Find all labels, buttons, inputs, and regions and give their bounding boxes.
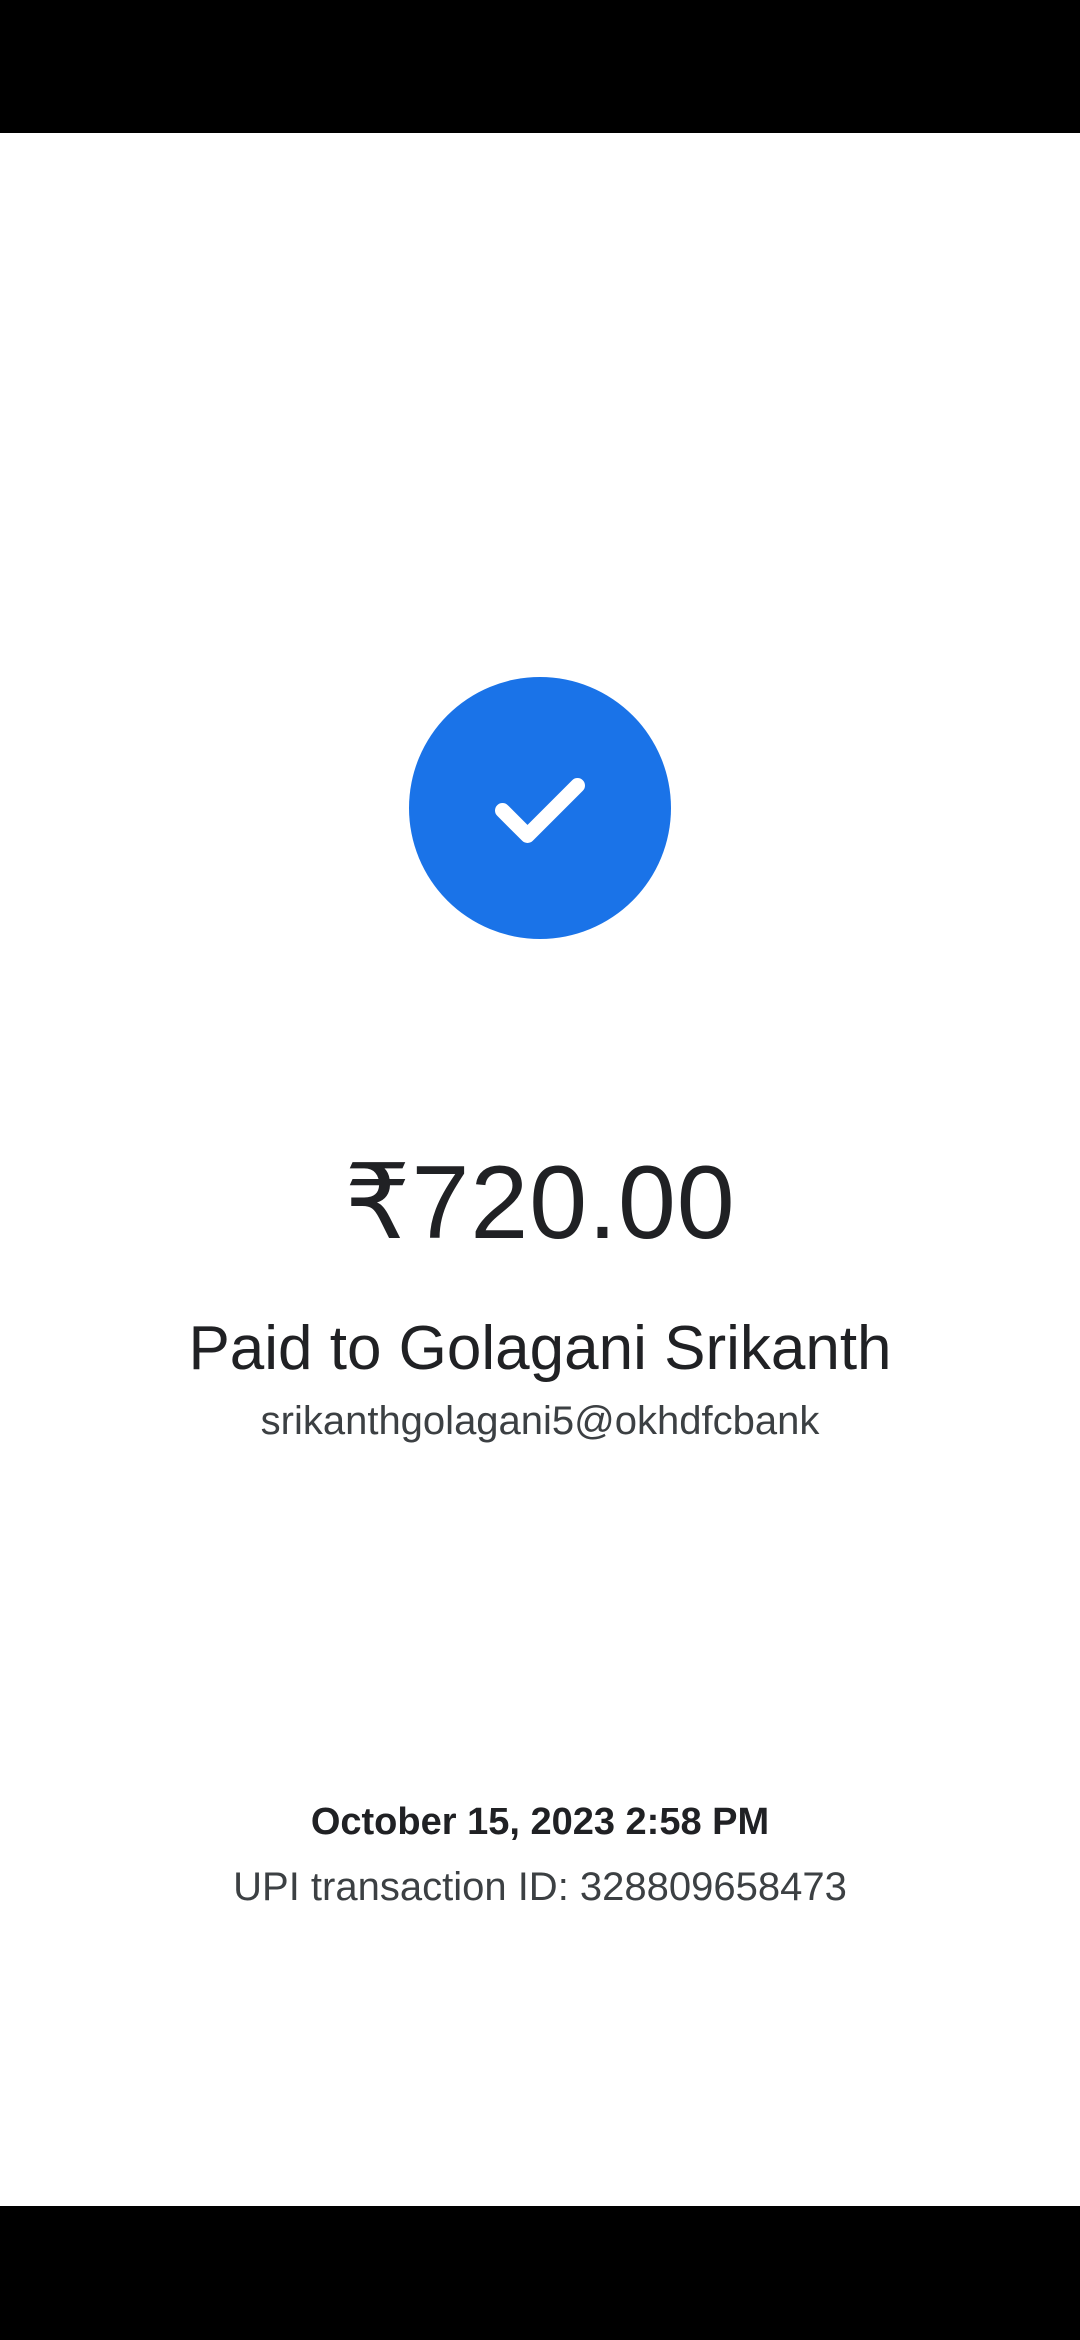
status-bar bbox=[0, 0, 1080, 133]
check-icon bbox=[495, 778, 585, 843]
payment-success-screen: ₹720.00 Paid to Golagani Srikanth srikan… bbox=[0, 133, 1080, 2206]
payment-amount: ₹720.00 bbox=[344, 1145, 736, 1261]
payee-upi-id: srikanthgolagani5@okhdfcbank bbox=[260, 1399, 820, 1443]
transaction-id: UPI transaction ID: 328809658473 bbox=[233, 1865, 847, 1909]
transaction-datetime: October 15, 2023 2:58 PM bbox=[310, 1801, 770, 1843]
navigation-bar bbox=[0, 2206, 1080, 2340]
success-badge bbox=[409, 677, 671, 939]
payee-name: Paid to Golagani Srikanth bbox=[188, 1314, 892, 1383]
